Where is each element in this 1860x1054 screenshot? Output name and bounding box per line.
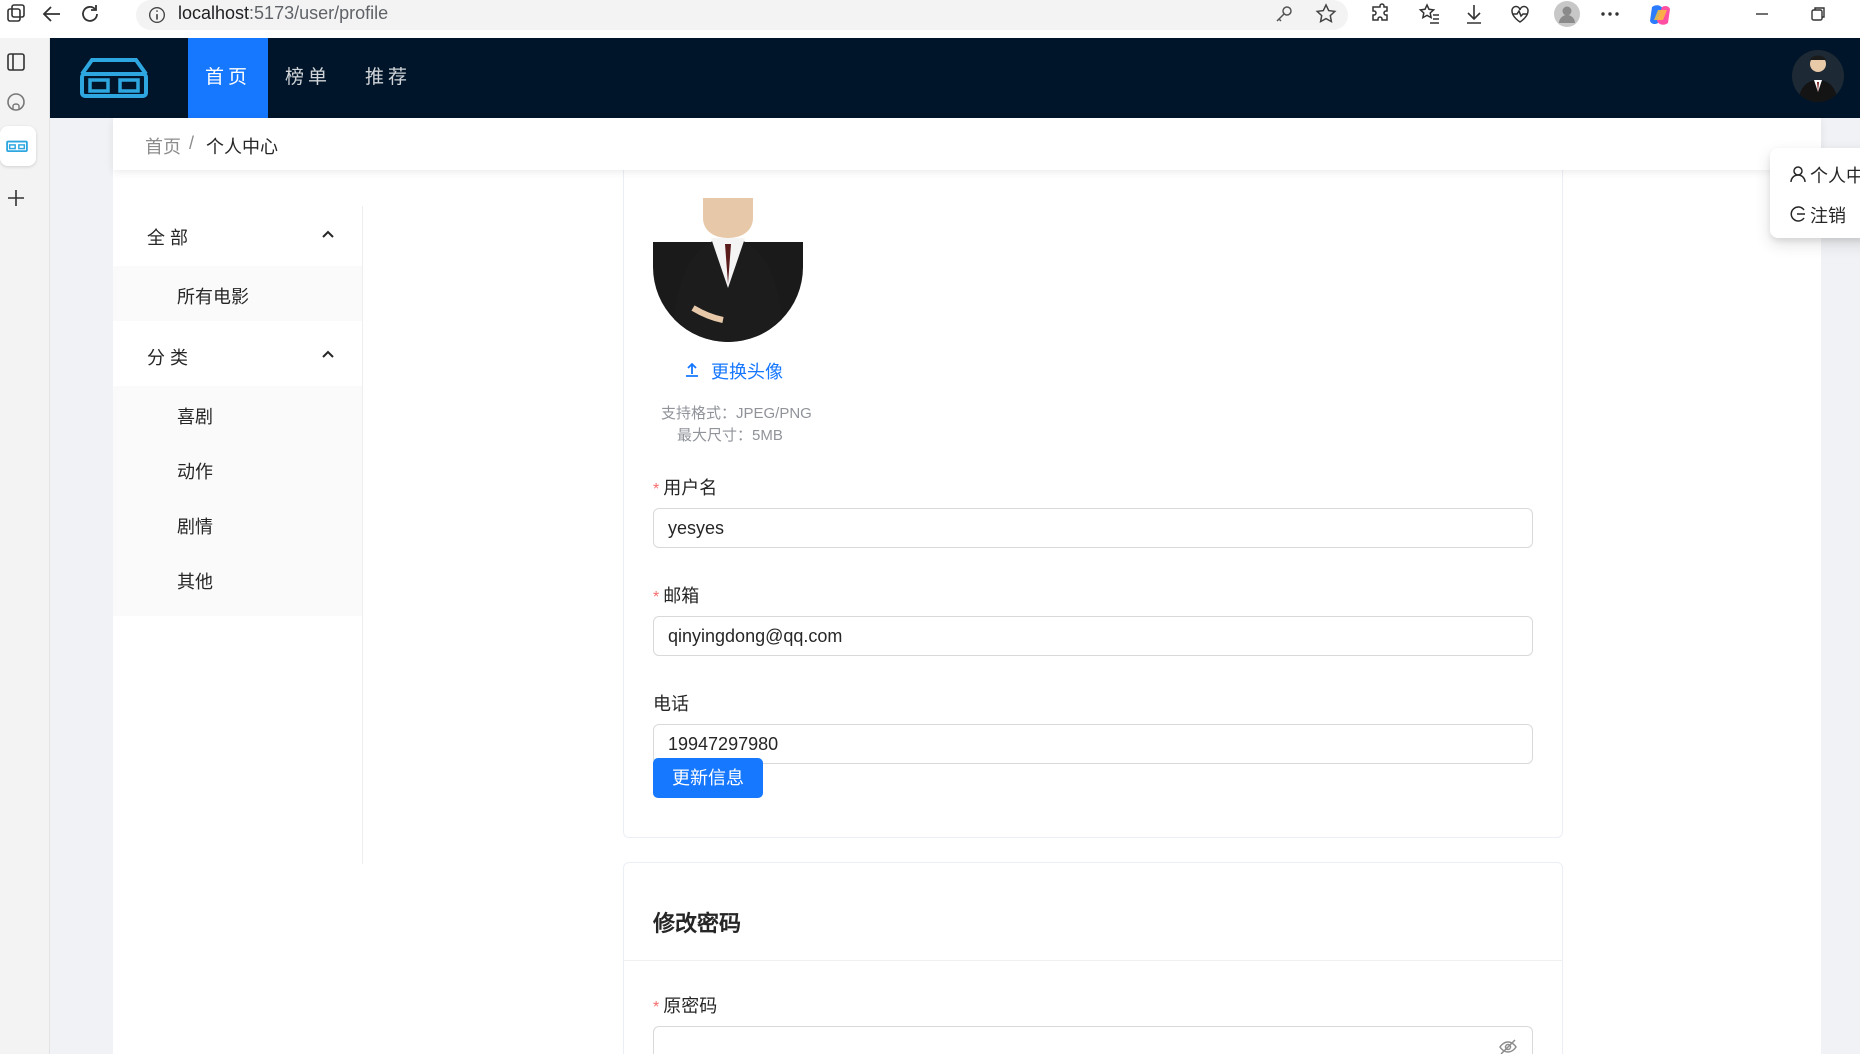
menu-group-category-label: 分类	[147, 348, 193, 368]
url-host: localhost	[178, 3, 250, 23]
reload-icon[interactable]	[78, 2, 102, 26]
email-label: * 邮箱	[653, 582, 699, 608]
menu-item-other[interactable]: 其他	[113, 551, 362, 606]
new-tab-icon[interactable]	[4, 186, 28, 210]
username-label: * 用户名	[653, 474, 717, 500]
phone-label: 电话	[653, 694, 689, 714]
menu-item-label: 剧情	[177, 517, 213, 537]
nav-ranking[interactable]: 榜单	[268, 38, 348, 118]
profile-icon[interactable]	[1554, 1, 1580, 27]
menu-group-category[interactable]: 分类	[113, 326, 362, 386]
menu-item-action[interactable]: 动作	[113, 441, 362, 496]
email-input[interactable]: qinyingdong@qq.com	[653, 616, 1533, 656]
logout-icon	[1790, 205, 1806, 223]
menu-item-profile-label: 个人中心	[1810, 166, 1860, 186]
old-password-label-text: 原密码	[663, 996, 718, 1016]
menu-item-label: 所有电影	[177, 287, 249, 307]
page-container: 首页 / 个人中心 全部 所有电影 分类 喜剧 动作 剧情 其他 更换头像 支持…	[113, 118, 1821, 1054]
email-value: qinyingdong@qq.com	[668, 626, 843, 646]
restore-icon[interactable]	[1806, 2, 1830, 26]
breadcrumb-home[interactable]: 首页	[145, 133, 181, 159]
copilot-icon[interactable]	[1646, 1, 1674, 29]
avatar-size-hint: 最大尺寸：5MB	[677, 427, 783, 444]
key-icon[interactable]	[1272, 2, 1296, 26]
category-menu: 全部 所有电影 分类 喜剧 动作 剧情 其他	[113, 206, 363, 864]
address-text: localhost:5173/user/profile	[178, 3, 388, 24]
profile-avatar	[653, 198, 803, 342]
change-password-title: 修改密码	[653, 911, 742, 936]
menu-item-label: 其他	[177, 572, 213, 592]
change-avatar-label: 更换头像	[711, 362, 783, 382]
nav-home[interactable]: 首页	[188, 38, 268, 118]
github-tab-icon[interactable]	[4, 90, 28, 114]
chevron-up-icon	[321, 228, 335, 242]
top-navigation: 首页 榜单 推荐	[50, 38, 1860, 118]
username-value: yesyes	[668, 518, 725, 538]
required-mark: *	[653, 589, 660, 606]
menu-item-all-movies[interactable]: 所有电影	[113, 266, 362, 321]
required-mark: *	[653, 481, 660, 498]
extensions-icon[interactable]	[1368, 2, 1392, 26]
phone-value: 19947297980	[668, 734, 779, 754]
email-label-text: 邮箱	[663, 586, 700, 606]
user-avatar[interactable]	[1792, 50, 1844, 102]
menu-group-all-label: 全部	[147, 228, 193, 248]
upload-icon	[683, 361, 701, 379]
logo-icon[interactable]	[78, 54, 150, 102]
nav-recommend[interactable]: 推荐	[348, 38, 428, 118]
update-info-button[interactable]: 更新信息	[653, 758, 763, 798]
user-icon	[1790, 165, 1806, 183]
old-password-label: * 原密码	[653, 992, 717, 1018]
menu-item-drama[interactable]: 剧情	[113, 496, 362, 551]
sidebar-toggle-icon[interactable]	[4, 50, 28, 74]
divider	[624, 960, 1562, 961]
required-mark: *	[653, 999, 660, 1016]
back-icon[interactable]	[40, 2, 64, 26]
app-root: 首页 榜单 推荐 首页 / 个人中心 全部 所有电影 分类 喜剧 动作 剧情 其…	[50, 38, 1860, 1054]
active-tab[interactable]	[0, 126, 36, 166]
breadcrumb-current: 个人中心	[206, 137, 278, 157]
favorite-star-icon[interactable]	[1314, 2, 1338, 26]
menu-item-label: 喜剧	[177, 407, 213, 427]
menu-item-logout-label: 注销	[1810, 206, 1846, 226]
url-path: :5173/user/profile	[249, 3, 389, 23]
download-icon[interactable]	[1462, 2, 1486, 26]
menu-item-comedy[interactable]: 喜剧	[113, 386, 362, 441]
user-dropdown-menu: 个人中心 注销	[1770, 148, 1860, 238]
vertical-tab-strip	[0, 38, 50, 1054]
browser-toolbar: localhost:5173/user/profile	[0, 0, 1860, 38]
site-info-icon[interactable]	[146, 4, 170, 28]
breadcrumb: 首页 / 个人中心	[113, 118, 1821, 170]
chevron-up-icon	[321, 348, 335, 362]
more-icon[interactable]	[1598, 2, 1622, 26]
performance-icon[interactable]	[1508, 2, 1532, 26]
old-password-input[interactable]	[653, 1026, 1533, 1054]
avatar-format-hint: 支持格式：JPEG/PNG	[661, 405, 812, 422]
menu-item-label: 动作	[177, 462, 213, 482]
phone-input[interactable]: 19947297980	[653, 724, 1533, 764]
eye-hidden-icon[interactable]	[1498, 1037, 1518, 1054]
minimize-icon[interactable]	[1750, 2, 1774, 26]
username-input[interactable]: yesyes	[653, 508, 1533, 548]
menu-group-all[interactable]: 全部	[113, 206, 362, 266]
breadcrumb-separator: /	[189, 133, 195, 153]
favorites-icon[interactable]	[1418, 2, 1442, 26]
tab-actions-icon[interactable]	[4, 2, 28, 26]
username-label-text: 用户名	[663, 478, 718, 498]
